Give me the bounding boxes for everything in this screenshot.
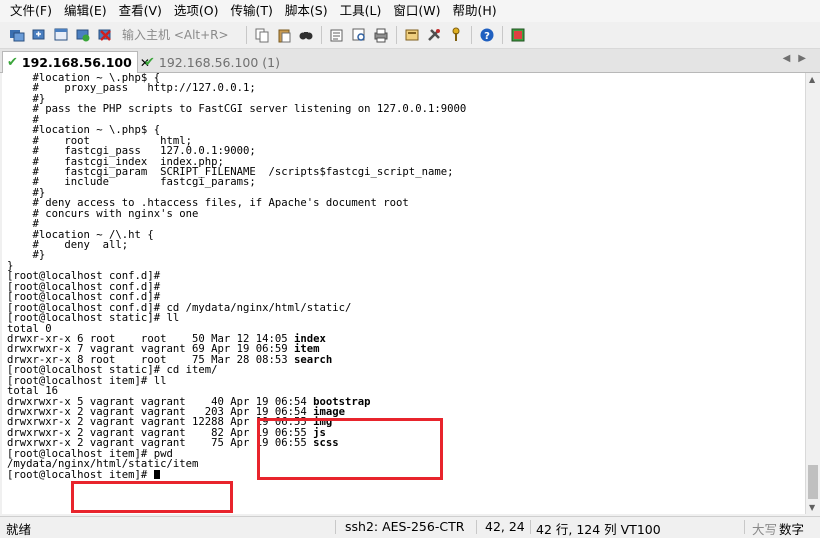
- menu-item-0[interactable]: 文件(F): [0, 0, 58, 22]
- tab-session-1[interactable]: ✔ 192.168.56.100 ✕: [2, 51, 150, 73]
- terminal-scrollbar[interactable]: ▲ ▼: [805, 73, 820, 514]
- connected-check-icon: ✔: [144, 54, 155, 70]
- terminal-line: #}: [7, 249, 46, 262]
- session-options-icon[interactable]: [403, 26, 421, 44]
- tab-label: 192.168.56.100: [21, 55, 132, 70]
- status-separator: [335, 520, 336, 534]
- scroll-up-icon[interactable]: ▲: [809, 75, 815, 84]
- terminal-line: # proxy_pass http://127.0.0.1;: [7, 82, 256, 95]
- terminal-line: # pass the PHP scripts to FastCGI server…: [7, 103, 467, 116]
- menu-item-1[interactable]: 编辑(E): [58, 0, 113, 22]
- highlight-box-path: [71, 481, 233, 513]
- reconnect-icon[interactable]: [74, 26, 92, 44]
- terminal-line: [root@localhost static]# ll: [7, 312, 180, 325]
- toolbar-separator: [246, 26, 247, 44]
- terminal-line: # concurs with nginx's one: [7, 207, 199, 220]
- status-separator: [530, 520, 531, 534]
- menu-item-3[interactable]: 选项(O): [168, 0, 225, 22]
- status-num-lock: 数字: [779, 522, 805, 537]
- status-terminal-size: 42 行, 124 列 VT100: [536, 522, 661, 537]
- toolbar-separator: [471, 26, 472, 44]
- status-separator: [744, 520, 745, 534]
- tab-label: 192.168.56.100 (1): [158, 54, 280, 70]
- host-input[interactable]: 输入主机 <Alt+R>: [120, 26, 238, 44]
- status-bar: 就绪 ssh2: AES-256-CTR 42, 24 42 行, 124 列 …: [0, 516, 820, 537]
- menu-item-8[interactable]: 帮助(H): [446, 0, 502, 22]
- menu-item-6[interactable]: 工具(L): [334, 0, 388, 22]
- status-separator: [476, 520, 477, 534]
- key-icon[interactable]: [447, 26, 465, 44]
- session-tab-bar: ✔ 192.168.56.100 ✕ ✔ 192.168.56.100 (1) …: [0, 49, 820, 73]
- status-encryption: ssh2: AES-256-CTR: [345, 519, 465, 534]
- terminal-line: # deny all;: [7, 239, 129, 251]
- tab-scroll-arrows[interactable]: ◀▶: [783, 53, 814, 64]
- terminal-cursor: [153, 469, 160, 479]
- paste-icon[interactable]: [275, 26, 293, 44]
- scroll-thumb[interactable]: [808, 465, 818, 499]
- menu-item-7[interactable]: 窗口(W): [387, 0, 446, 22]
- svg-text:?: ?: [484, 31, 490, 42]
- toolbar-separator: [502, 26, 503, 44]
- disconnect-icon[interactable]: [96, 26, 114, 44]
- directory-name: search: [294, 353, 333, 366]
- terminal-line: # fastcgi_pass 127.0.0.1:9000;: [7, 145, 256, 158]
- copy-icon[interactable]: [253, 26, 271, 44]
- find-icon[interactable]: [297, 26, 315, 44]
- connect-icon[interactable]: [8, 26, 26, 44]
- scroll-down-icon[interactable]: ▼: [809, 503, 815, 512]
- terminal-line: # include fastcgi_params;: [7, 176, 256, 189]
- toolbar-separator: [396, 26, 397, 44]
- toolbar-separator: [321, 26, 322, 44]
- print-preview-icon[interactable]: [350, 26, 368, 44]
- tab-session-2[interactable]: ✔ 192.168.56.100 (1): [142, 51, 280, 73]
- menu-item-5[interactable]: 脚本(S): [279, 0, 334, 22]
- terminal-line: #: [7, 218, 39, 231]
- menu-item-4[interactable]: 传输(T): [225, 0, 279, 22]
- status-ready: 就绪: [6, 522, 32, 537]
- menu-item-2[interactable]: 查看(V): [113, 0, 168, 22]
- help-icon[interactable]: ?: [478, 26, 496, 44]
- print-icon[interactable]: [372, 26, 390, 44]
- quick-connect-icon[interactable]: [30, 26, 48, 44]
- menu-bar: 文件(F) 编辑(E) 查看(V) 选项(O) 传输(T) 脚本(S) 工具(L) 窗口(W)…: [0, 0, 820, 22]
- highlight-box-listing: [257, 418, 443, 480]
- print-setup-icon[interactable]: [328, 26, 346, 44]
- connect-tab-icon[interactable]: [52, 26, 70, 44]
- screenshot-icon[interactable]: [509, 26, 527, 44]
- terminal-line: total 16: [7, 385, 59, 398]
- status-caps-lock: 大写: [752, 522, 778, 537]
- toolbar: 输入主机 <Alt+R> ?: [0, 22, 820, 49]
- global-options-icon[interactable]: [425, 26, 443, 44]
- terminal-line: [root@localhost item]# ll: [7, 374, 167, 387]
- status-cursor-position: 42, 24: [485, 519, 525, 534]
- connected-check-icon: ✔: [7, 55, 18, 70]
